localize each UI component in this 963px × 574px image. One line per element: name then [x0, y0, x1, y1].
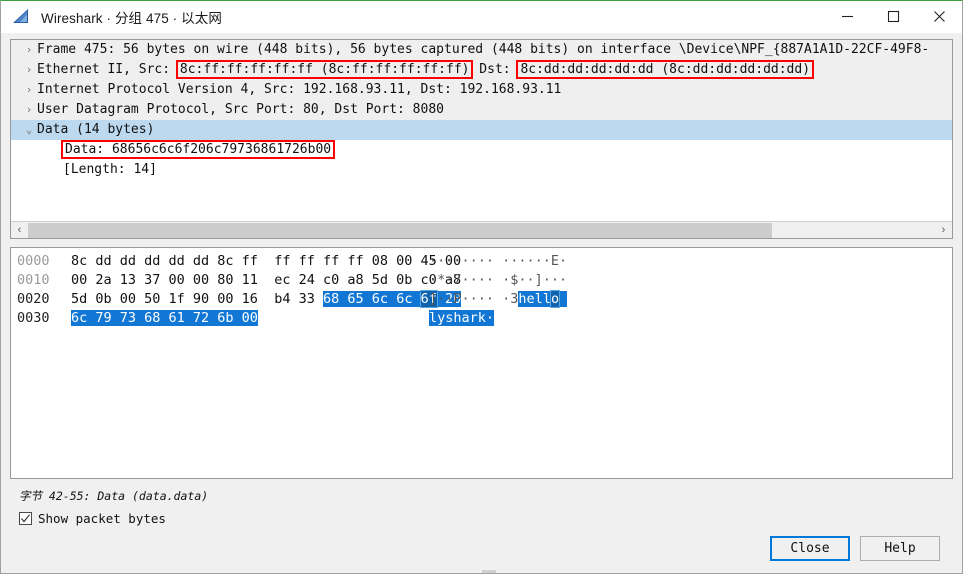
- hex-gap: [258, 272, 274, 288]
- tree-row-udp[interactable]: › User Datagram Protocol, Src Port: 80, D…: [11, 100, 952, 120]
- ascii-char[interactable]: o: [549, 290, 561, 308]
- dialog-body: › Frame 475: 56 bytes on wire (448 bits),…: [1, 33, 962, 573]
- tree-row-data-length[interactable]: [Length: 14]: [11, 160, 952, 180]
- hex-bytes: 5d 0b 00 50 1f 90 00 16 b4 33 68 65 6c 6…: [67, 290, 462, 309]
- tree-row-ipv4[interactable]: › Internet Protocol Version 4, Src: 192.1…: [11, 80, 952, 100]
- window-title: Wireshark · 分组 475 · 以太网: [41, 10, 222, 26]
- dialog-footer: Close Help: [10, 526, 953, 573]
- tree-row-data[interactable]: ⌄ Data (14 bytes): [11, 120, 952, 140]
- hex-offset: 0010: [17, 272, 50, 288]
- data-value-highlight: Data: 68656c6c6f206c79736861726b00: [60, 140, 336, 159]
- tree-row-ethernet[interactable]: › Ethernet II, Src: 8c:ff:ff:ff:ff:ff (8c…: [11, 60, 952, 80]
- wireshark-fin-icon: [11, 8, 33, 26]
- chevron-right-icon[interactable]: ›: [21, 100, 37, 120]
- packet-bytes-pane[interactable]: 0000 8c dd dd dd dd dd 8c ff ff ff ff ff…: [10, 247, 953, 479]
- ascii-char[interactable]: [559, 291, 567, 307]
- maximize-button[interactable]: [870, 1, 916, 33]
- hex-bytes: 6c 79 73 68 61 72 6b 00: [67, 309, 419, 328]
- ascii-plain: ········ ······E·: [429, 253, 568, 269]
- hex-offset: 0000: [17, 253, 50, 269]
- tree-horizontal-scrollbar[interactable]: ‹ ›: [11, 221, 952, 238]
- resize-grip-tick: [482, 570, 496, 573]
- chevron-right-icon[interactable]: ›: [21, 40, 37, 60]
- scroll-left-icon[interactable]: ‹: [11, 222, 28, 238]
- show-packet-bytes-label: Show packet bytes: [38, 511, 166, 526]
- window-controls: [824, 1, 962, 33]
- tree-rows: › Frame 475: 56 bytes on wire (448 bits),…: [11, 40, 952, 180]
- hex-gap: [258, 291, 274, 307]
- status-bar-field-info: 字节 42-55: Data (data.data): [19, 489, 209, 503]
- minimize-button[interactable]: [824, 1, 870, 33]
- chevron-right-icon[interactable]: ›: [21, 60, 37, 80]
- ascii-bytes: ········ ······E·: [419, 252, 567, 271]
- close-button[interactable]: [916, 1, 962, 33]
- hex-gap: [258, 253, 274, 269]
- resize-grip[interactable]: [1, 569, 962, 573]
- chevron-right-icon[interactable]: ›: [21, 80, 37, 100]
- show-packet-bytes-row[interactable]: Show packet bytes: [10, 511, 953, 526]
- hex-group-a: 00 2a 13 37 00 00 80 11: [71, 272, 258, 288]
- ascii-char[interactable]: l: [535, 291, 543, 307]
- ascii-bytes: lyshark·: [419, 309, 495, 328]
- ethernet-dst-highlight: 8c:dd:dd:dd:dd:dd (8c:dd:dd:dd:dd:dd): [516, 60, 815, 79]
- scroll-right-icon[interactable]: ›: [935, 222, 952, 238]
- ascii-char[interactable]: h: [518, 291, 526, 307]
- hex-bytes: 00 2a 13 37 00 00 80 11 ec 24 c0 a8 5d 0…: [67, 271, 461, 290]
- scrollbar-thumb[interactable]: [28, 222, 772, 238]
- ascii-selected: hello: [518, 290, 568, 308]
- wireshark-packet-detail-window: Wireshark · 分组 475 · 以太网 › Frame 475: 56 …: [0, 0, 963, 574]
- hex-offset: 0030: [17, 310, 50, 326]
- tree-row-data-label: Data (14 bytes): [37, 122, 155, 137]
- hex-group-a: 8c dd dd dd dd dd 8c ff: [71, 253, 258, 269]
- hex-group-a: 5d 0b 00 50 1f 90 00 16: [71, 291, 258, 307]
- packet-detail-tree[interactable]: › Frame 475: 56 bytes on wire (448 bits),…: [10, 39, 953, 239]
- ascii-bytes: ·*·7···· ·$··]···: [419, 271, 567, 290]
- tree-row-frame[interactable]: › Frame 475: 56 bytes on wire (448 bits),…: [11, 40, 952, 60]
- scrollbar-track[interactable]: [28, 222, 935, 238]
- hex-selected-bytes: 6c 79 73 68 61 72 6b 00: [71, 310, 258, 326]
- hex-row[interactable]: 0030 6c 79 73 68 61 72 6b 00 lyshark·: [11, 309, 952, 328]
- hex-byte[interactable]: 6c: [396, 291, 412, 307]
- ethernet-src-highlight: 8c:ff:ff:ff:ff:ff (8c:ff:ff:ff:ff:ff): [175, 60, 474, 79]
- hex-offset: 0020: [17, 291, 50, 307]
- tree-row-frame-label: Frame 475: 56 bytes on wire (448 bits), …: [37, 42, 930, 57]
- tree-row-data-value[interactable]: Data: 68656c6c6f206c79736861726b00: [11, 140, 952, 160]
- close-dialog-button[interactable]: Close: [770, 536, 850, 561]
- help-button[interactable]: Help: [860, 536, 940, 561]
- hex-group-b: b4 33: [274, 291, 323, 307]
- ascii-plain: ·*·7···· ·$··]···: [429, 272, 568, 288]
- chevron-down-icon[interactable]: ⌄: [21, 120, 37, 140]
- hex-row[interactable]: 0010 00 2a 13 37 00 00 80 11 ec 24 c0 a8…: [11, 271, 952, 290]
- ascii-bytes: ]··P···· ·3hello: [419, 290, 568, 309]
- ethernet-dst-prefix: Dst:: [471, 62, 519, 77]
- hex-byte[interactable]: 6c: [372, 291, 388, 307]
- ascii-char[interactable]: l: [543, 291, 551, 307]
- hex-byte[interactable]: 68: [323, 291, 339, 307]
- title-bar: Wireshark · 分组 475 · 以太网: [1, 1, 962, 33]
- show-packet-bytes-checkbox[interactable]: [19, 512, 32, 525]
- tree-row-udp-label: User Datagram Protocol, Src Port: 80, Ds…: [37, 102, 444, 117]
- ascii-plain: ]··P···· ·3: [429, 291, 519, 307]
- ethernet-prefix: Ethernet II, Src:: [37, 62, 178, 77]
- hex-bytes: 8c dd dd dd dd dd 8c ff ff ff ff ff 08 0…: [67, 252, 461, 271]
- tree-row-ipv4-label: Internet Protocol Version 4, Src: 192.16…: [37, 82, 562, 97]
- hex-row[interactable]: 0000 8c dd dd dd dd dd 8c ff ff ff ff ff…: [11, 252, 952, 271]
- ascii-char[interactable]: e: [527, 291, 535, 307]
- hex-byte[interactable]: 65: [347, 291, 363, 307]
- data-length-label: [Length: 14]: [63, 162, 157, 177]
- ascii-selected: lyshark·: [429, 310, 495, 326]
- hex-row[interactable]: 0020 5d 0b 00 50 1f 90 00 16 b4 33 68 65…: [11, 290, 952, 309]
